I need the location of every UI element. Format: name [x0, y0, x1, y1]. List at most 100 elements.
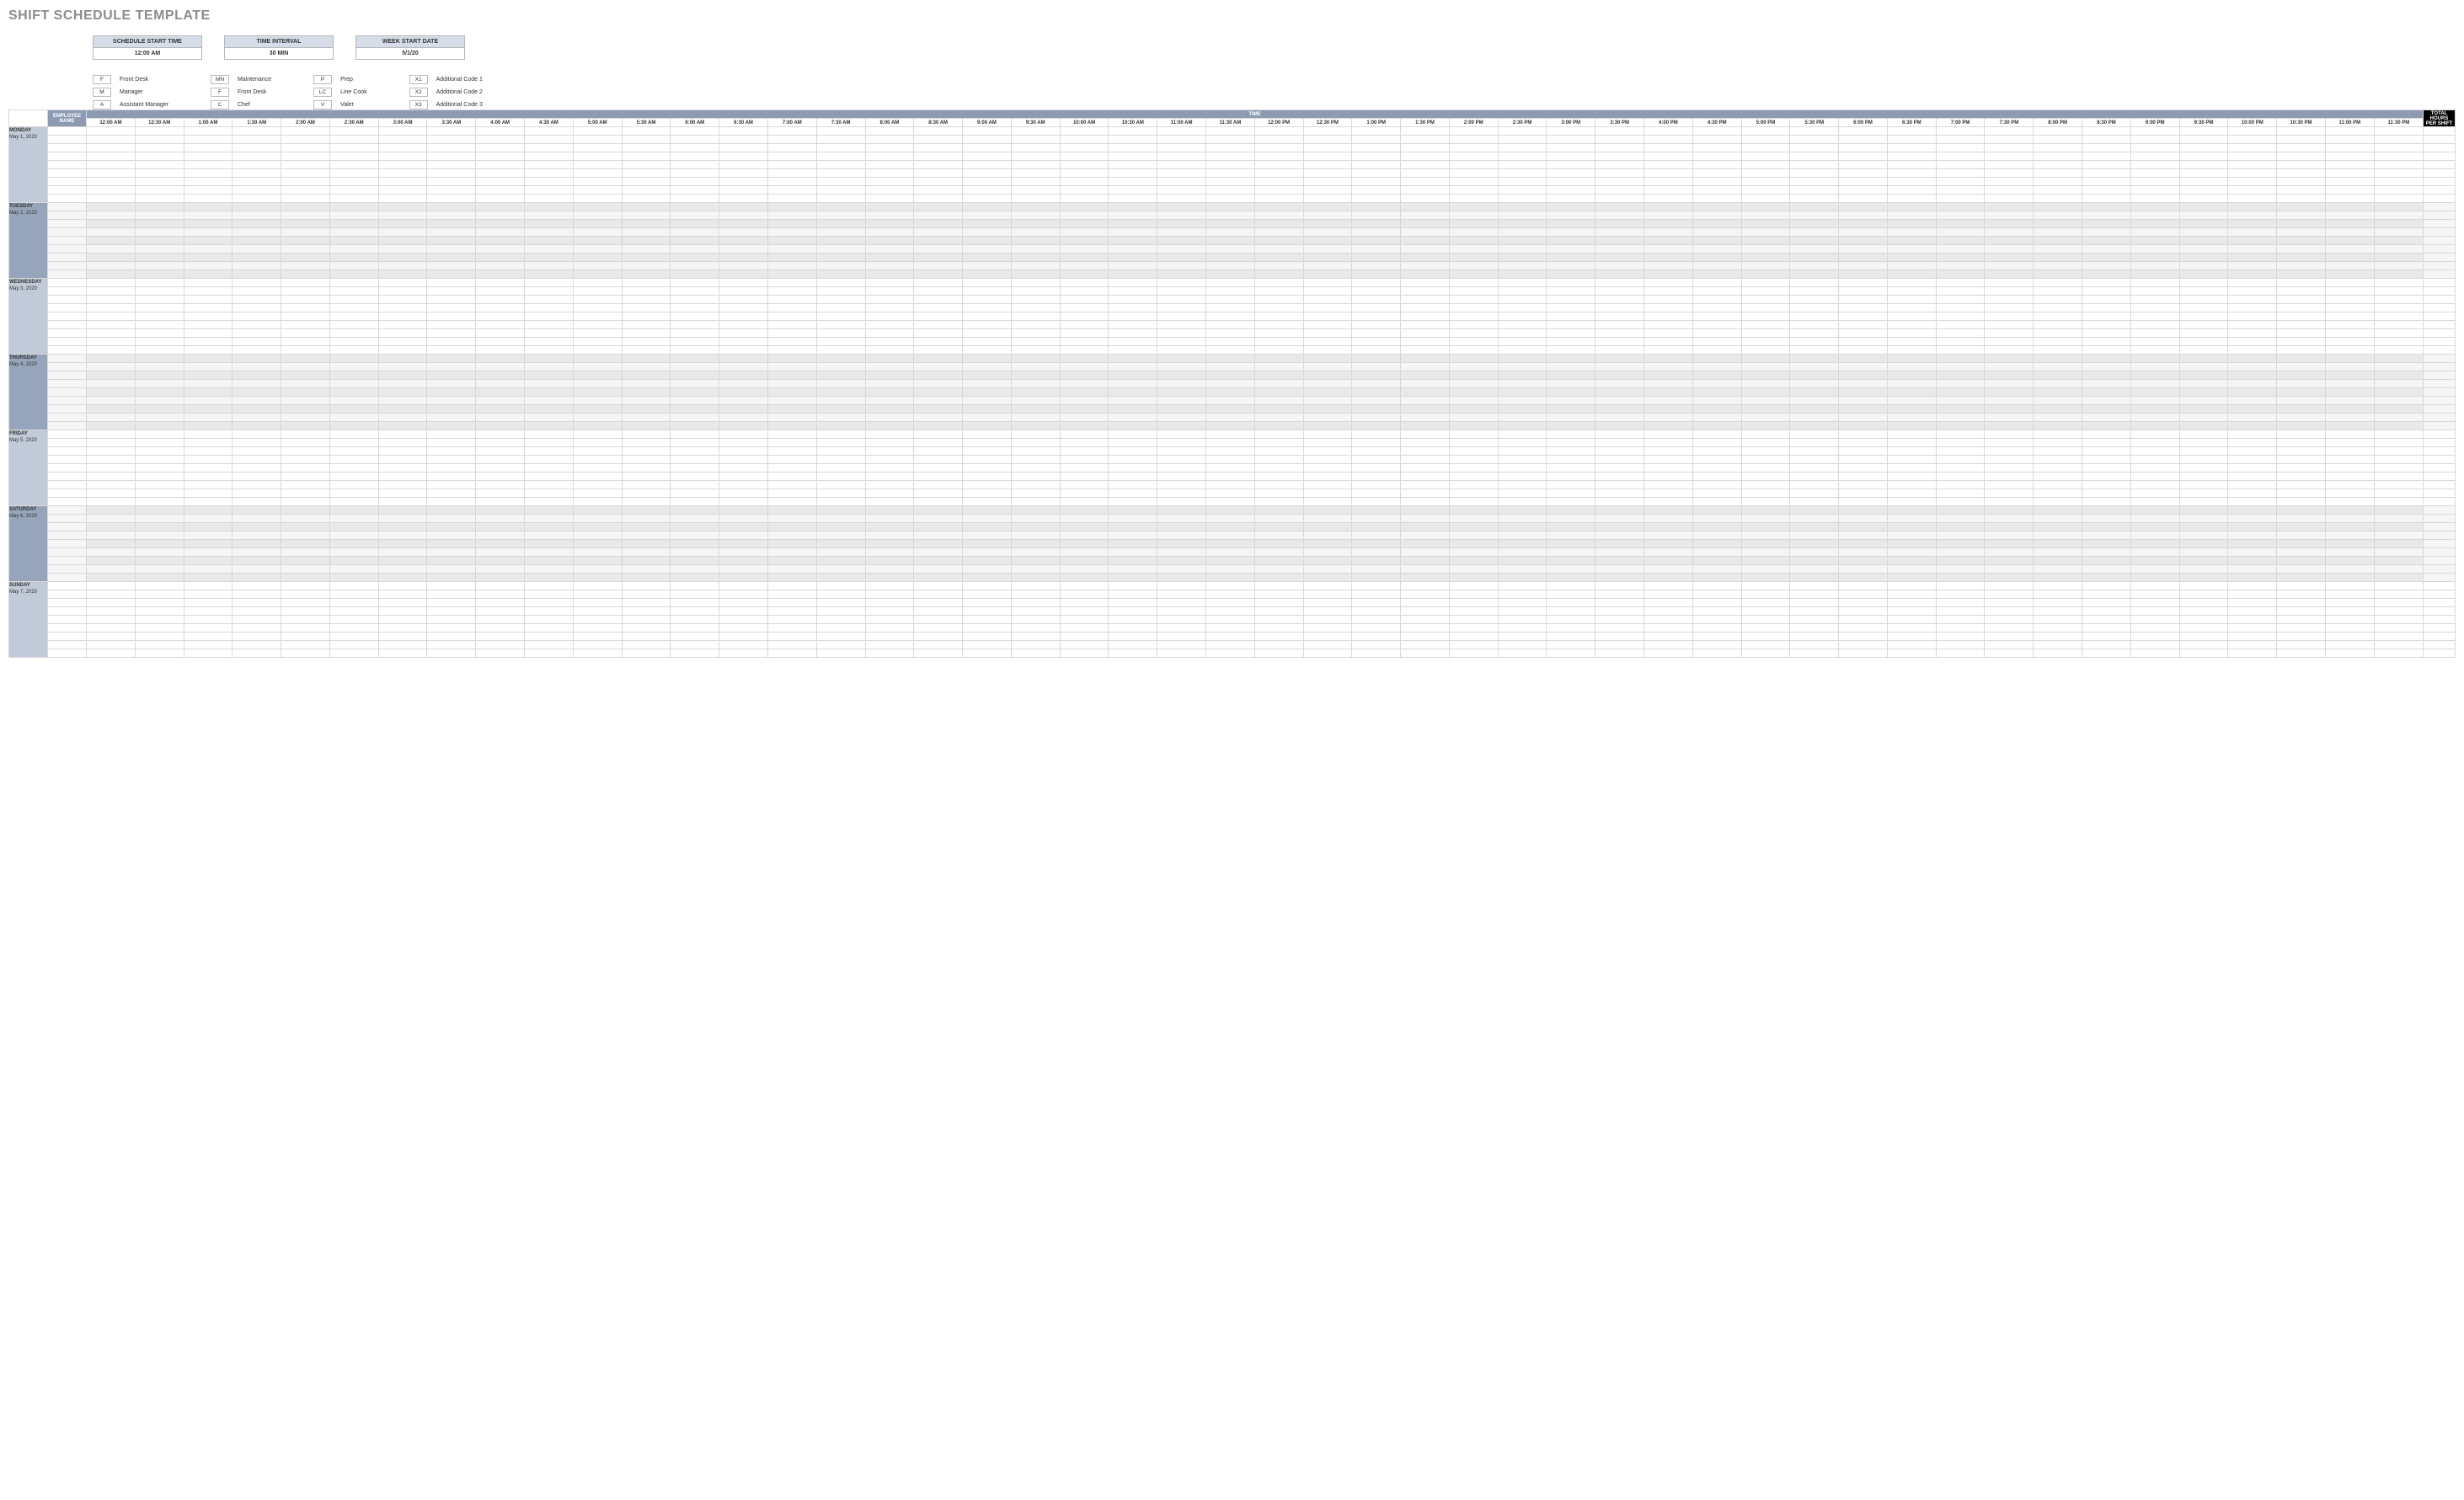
- schedule-cell[interactable]: [427, 481, 476, 489]
- schedule-cell[interactable]: [1401, 498, 1450, 506]
- schedule-cell[interactable]: [1011, 371, 1060, 380]
- schedule-cell[interactable]: [2179, 430, 2228, 439]
- schedule-cell[interactable]: [767, 304, 816, 312]
- schedule-cell[interactable]: [1790, 287, 1839, 296]
- schedule-cell[interactable]: [2374, 414, 2423, 422]
- schedule-cell[interactable]: [2179, 498, 2228, 506]
- schedule-cell[interactable]: [1109, 304, 1157, 312]
- schedule-cell[interactable]: [1205, 178, 1254, 186]
- schedule-cell[interactable]: [1985, 254, 2034, 262]
- schedule-cell[interactable]: [1205, 195, 1254, 203]
- schedule-cell[interactable]: [963, 346, 1012, 355]
- schedule-cell[interactable]: [2325, 472, 2374, 481]
- schedule-cell[interactable]: [1352, 195, 1401, 203]
- schedule-cell[interactable]: [2374, 262, 2423, 270]
- schedule-cell[interactable]: [1644, 641, 1693, 649]
- schedule-cell[interactable]: [1985, 363, 2034, 371]
- schedule-cell[interactable]: [1595, 422, 1644, 430]
- schedule-cell[interactable]: [2325, 641, 2374, 649]
- schedule-cell[interactable]: [1449, 296, 1498, 304]
- schedule-cell[interactable]: [963, 237, 1012, 245]
- employee-cell[interactable]: [48, 287, 87, 296]
- schedule-cell[interactable]: [1449, 649, 1498, 658]
- schedule-cell[interactable]: [914, 565, 963, 574]
- schedule-cell[interactable]: [719, 237, 768, 245]
- schedule-cell[interactable]: [2277, 624, 2326, 633]
- schedule-cell[interactable]: [1449, 220, 1498, 228]
- schedule-cell[interactable]: [573, 582, 622, 590]
- schedule-cell[interactable]: [963, 506, 1012, 515]
- schedule-cell[interactable]: [1011, 329, 1060, 338]
- schedule-cell[interactable]: [427, 220, 476, 228]
- schedule-cell[interactable]: [1254, 161, 1303, 169]
- schedule-cell[interactable]: [622, 346, 671, 355]
- schedule-cell[interactable]: [1985, 152, 2034, 161]
- schedule-cell[interactable]: [525, 590, 574, 599]
- schedule-cell[interactable]: [135, 237, 184, 245]
- schedule-cell[interactable]: [1303, 397, 1352, 405]
- schedule-cell[interactable]: [329, 599, 378, 607]
- schedule-cell[interactable]: [816, 464, 865, 472]
- schedule-cell[interactable]: [816, 515, 865, 523]
- schedule-cell[interactable]: [2082, 279, 2131, 287]
- schedule-cell[interactable]: [2082, 321, 2131, 329]
- schedule-cell[interactable]: [1498, 557, 1547, 565]
- schedule-cell[interactable]: [1060, 321, 1109, 329]
- schedule-cell[interactable]: [2228, 397, 2277, 405]
- schedule-cell[interactable]: [914, 624, 963, 633]
- schedule-cell[interactable]: [1060, 254, 1109, 262]
- schedule-cell[interactable]: [2277, 136, 2326, 144]
- schedule-cell[interactable]: [1692, 371, 1741, 380]
- schedule-cell[interactable]: [2034, 304, 2082, 312]
- schedule-cell[interactable]: [2228, 616, 2277, 624]
- schedule-cell[interactable]: [1644, 371, 1693, 380]
- schedule-cell[interactable]: [1595, 355, 1644, 363]
- schedule-cell[interactable]: [525, 338, 574, 346]
- schedule-cell[interactable]: [1352, 523, 1401, 531]
- schedule-cell[interactable]: [281, 540, 330, 548]
- schedule-cell[interactable]: [1790, 161, 1839, 169]
- schedule-cell[interactable]: [2374, 304, 2423, 312]
- schedule-cell[interactable]: [378, 144, 427, 152]
- schedule-cell[interactable]: [671, 136, 719, 144]
- schedule-cell[interactable]: [2034, 380, 2082, 388]
- schedule-cell[interactable]: [2374, 279, 2423, 287]
- schedule-cell[interactable]: [525, 649, 574, 658]
- schedule-cell[interactable]: [378, 607, 427, 616]
- schedule-cell[interactable]: [2277, 405, 2326, 414]
- schedule-cell[interactable]: [1303, 195, 1352, 203]
- schedule-cell[interactable]: [281, 430, 330, 439]
- schedule-cell[interactable]: [1060, 641, 1109, 649]
- schedule-cell[interactable]: [476, 338, 525, 346]
- schedule-cell[interactable]: [1303, 380, 1352, 388]
- schedule-cell[interactable]: [1936, 254, 1985, 262]
- schedule-cell[interactable]: [1741, 464, 1790, 472]
- schedule-cell[interactable]: [2179, 254, 2228, 262]
- schedule-cell[interactable]: [1595, 287, 1644, 296]
- schedule-cell[interactable]: [1109, 649, 1157, 658]
- schedule-cell[interactable]: [622, 211, 671, 220]
- schedule-cell[interactable]: [1790, 472, 1839, 481]
- schedule-cell[interactable]: [233, 380, 281, 388]
- schedule-cell[interactable]: [1205, 136, 1254, 144]
- schedule-cell[interactable]: [1692, 254, 1741, 262]
- schedule-cell[interactable]: [135, 481, 184, 489]
- schedule-cell[interactable]: [1985, 178, 2034, 186]
- schedule-cell[interactable]: [1401, 388, 1450, 397]
- schedule-cell[interactable]: [1205, 633, 1254, 641]
- schedule-cell[interactable]: [1790, 422, 1839, 430]
- schedule-cell[interactable]: [1254, 582, 1303, 590]
- schedule-cell[interactable]: [2374, 506, 2423, 515]
- schedule-cell[interactable]: [427, 228, 476, 237]
- schedule-cell[interactable]: [1449, 178, 1498, 186]
- schedule-cell[interactable]: [1498, 565, 1547, 574]
- schedule-cell[interactable]: [1011, 254, 1060, 262]
- schedule-cell[interactable]: [378, 472, 427, 481]
- schedule-cell[interactable]: [2179, 574, 2228, 582]
- schedule-cell[interactable]: [1595, 211, 1644, 220]
- schedule-cell[interactable]: [865, 262, 914, 270]
- schedule-cell[interactable]: [378, 355, 427, 363]
- schedule-cell[interactable]: [281, 422, 330, 430]
- schedule-cell[interactable]: [2130, 456, 2179, 464]
- schedule-cell[interactable]: [1449, 203, 1498, 211]
